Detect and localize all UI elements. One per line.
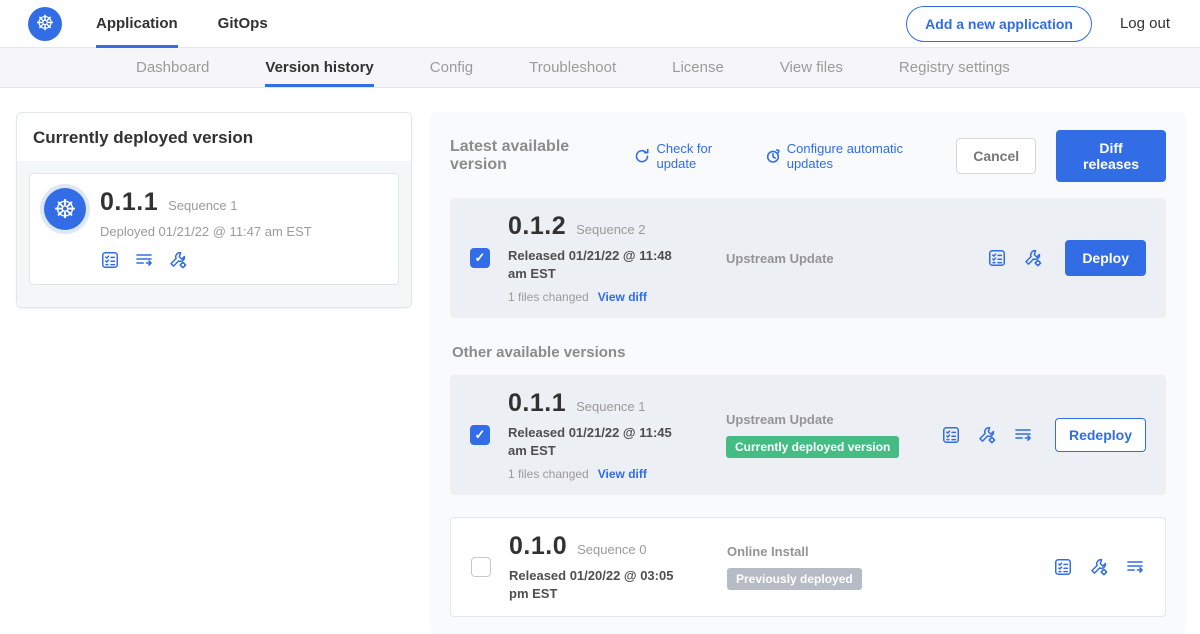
deployed-version-card: ☸ 0.1.1 Sequence 1 Deployed 01/21/22 @ 1… xyxy=(29,173,399,285)
topbar-right: Add a new application Log out xyxy=(906,6,1170,42)
latest-version-title: Latest available version xyxy=(450,138,614,174)
nav-item-application[interactable]: Application xyxy=(96,0,178,48)
deployed-version-sequence: Sequence 1 xyxy=(168,198,237,213)
version-sequence: Sequence 0 xyxy=(577,542,646,557)
top-bar: ☸ Application GitOps Add a new applicati… xyxy=(0,0,1200,48)
add-application-button[interactable]: Add a new application xyxy=(906,6,1092,42)
edit-config-icon[interactable] xyxy=(168,250,188,270)
release-notes-icon[interactable] xyxy=(987,248,1007,268)
edit-config-icon[interactable] xyxy=(1089,557,1109,577)
deploy-logs-icon[interactable] xyxy=(1125,557,1145,577)
diff-releases-button[interactable]: Diff releases xyxy=(1056,130,1166,182)
check-for-update-link[interactable]: Check for update xyxy=(634,141,744,171)
refresh-icon xyxy=(634,148,650,164)
clock-icon xyxy=(765,148,781,164)
deploy-button[interactable]: Deploy xyxy=(1065,240,1146,276)
app-icon: ☸ xyxy=(44,188,86,230)
tab-dashboard[interactable]: Dashboard xyxy=(136,48,209,87)
released-date: Released 01/21/22 @ 11:45 am EST xyxy=(508,424,694,459)
released-date: Released 01/21/22 @ 11:48 am EST xyxy=(508,247,694,282)
deploy-logs-icon[interactable] xyxy=(134,250,154,270)
version-row: 0.1.2 Sequence 2 Released 01/21/22 @ 11:… xyxy=(450,198,1166,318)
tab-license[interactable]: License xyxy=(672,48,724,87)
version-actions xyxy=(1053,557,1145,577)
currently-deployed-title: Currently deployed version xyxy=(17,113,411,161)
release-notes-icon[interactable] xyxy=(941,425,961,445)
release-notes-icon[interactable] xyxy=(100,250,120,270)
view-diff-link[interactable]: View diff xyxy=(598,467,647,481)
version-info: 0.1.1 Sequence 1 Released 01/21/22 @ 11:… xyxy=(508,389,720,481)
version-checkbox[interactable] xyxy=(471,557,491,577)
deploy-logs-icon[interactable] xyxy=(1013,425,1033,445)
release-notes-icon[interactable] xyxy=(1053,557,1073,577)
edit-config-icon[interactable] xyxy=(1023,248,1043,268)
logout-link[interactable]: Log out xyxy=(1120,15,1170,32)
other-versions-heading: Other available versions xyxy=(452,344,1164,361)
nav-item-label: Application xyxy=(96,15,178,32)
main-content: Currently deployed version ☸ 0.1.1 Seque… xyxy=(0,88,1200,634)
app-tabs: Dashboard Version history Config Trouble… xyxy=(0,48,1200,88)
version-sequence: Sequence 2 xyxy=(576,222,645,237)
tab-view-files[interactable]: View files xyxy=(780,48,843,87)
version-actions: Redeploy xyxy=(941,418,1146,452)
tab-version-history[interactable]: Version history xyxy=(265,48,373,87)
tab-troubleshoot[interactable]: Troubleshoot xyxy=(529,48,616,87)
view-diff-link[interactable]: View diff xyxy=(598,290,647,304)
primary-nav: Application GitOps xyxy=(96,0,268,48)
version-actions: Deploy xyxy=(987,240,1146,276)
released-date: Released 01/20/22 @ 03:05 pm EST xyxy=(509,567,695,602)
version-number: 0.1.1 xyxy=(508,389,566,418)
version-history-panel: Latest available version Check for updat… xyxy=(432,112,1184,634)
version-checkbox[interactable] xyxy=(470,425,490,445)
version-info: 0.1.0 Sequence 0 Released 01/20/22 @ 03:… xyxy=(509,532,721,602)
tab-config[interactable]: Config xyxy=(430,48,473,87)
files-changed: 1 files changed xyxy=(508,290,589,304)
kubernetes-logo-icon: ☸ xyxy=(28,7,62,41)
currently-deployed-body: ☸ 0.1.1 Sequence 1 Deployed 01/21/22 @ 1… xyxy=(17,161,411,307)
redeploy-button[interactable]: Redeploy xyxy=(1055,418,1146,452)
cancel-button[interactable]: Cancel xyxy=(956,138,1036,174)
deployed-version-number: 0.1.1 xyxy=(100,188,158,217)
nav-item-gitops[interactable]: GitOps xyxy=(218,0,268,48)
version-row: 0.1.1 Sequence 1 Released 01/21/22 @ 11:… xyxy=(450,375,1166,495)
version-row: 0.1.0 Sequence 0 Released 01/20/22 @ 03:… xyxy=(450,517,1166,617)
deployed-date: Deployed 01/21/22 @ 11:47 am EST xyxy=(100,224,312,239)
version-source: Upstream Update Currently deployed versi… xyxy=(720,412,941,458)
version-number: 0.1.2 xyxy=(508,212,566,241)
version-source: Upstream Update xyxy=(720,251,987,266)
configure-auto-updates-link[interactable]: Configure automatic updates xyxy=(765,141,936,171)
currently-deployed-badge: Currently deployed version xyxy=(726,436,899,458)
nav-item-label: GitOps xyxy=(218,15,268,32)
edit-config-icon[interactable] xyxy=(977,425,997,445)
version-info: 0.1.2 Sequence 2 Released 01/21/22 @ 11:… xyxy=(508,212,720,304)
version-source: Online Install Previously deployed xyxy=(721,544,1053,590)
version-checkbox[interactable] xyxy=(470,248,490,268)
previously-deployed-badge: Previously deployed xyxy=(727,568,862,590)
tab-registry-settings[interactable]: Registry settings xyxy=(899,48,1010,87)
currently-deployed-panel: Currently deployed version ☸ 0.1.1 Seque… xyxy=(16,112,412,308)
versions-header: Latest available version Check for updat… xyxy=(450,130,1166,182)
files-changed: 1 files changed xyxy=(508,467,589,481)
version-number: 0.1.0 xyxy=(509,532,567,561)
version-sequence: Sequence 1 xyxy=(576,399,645,414)
